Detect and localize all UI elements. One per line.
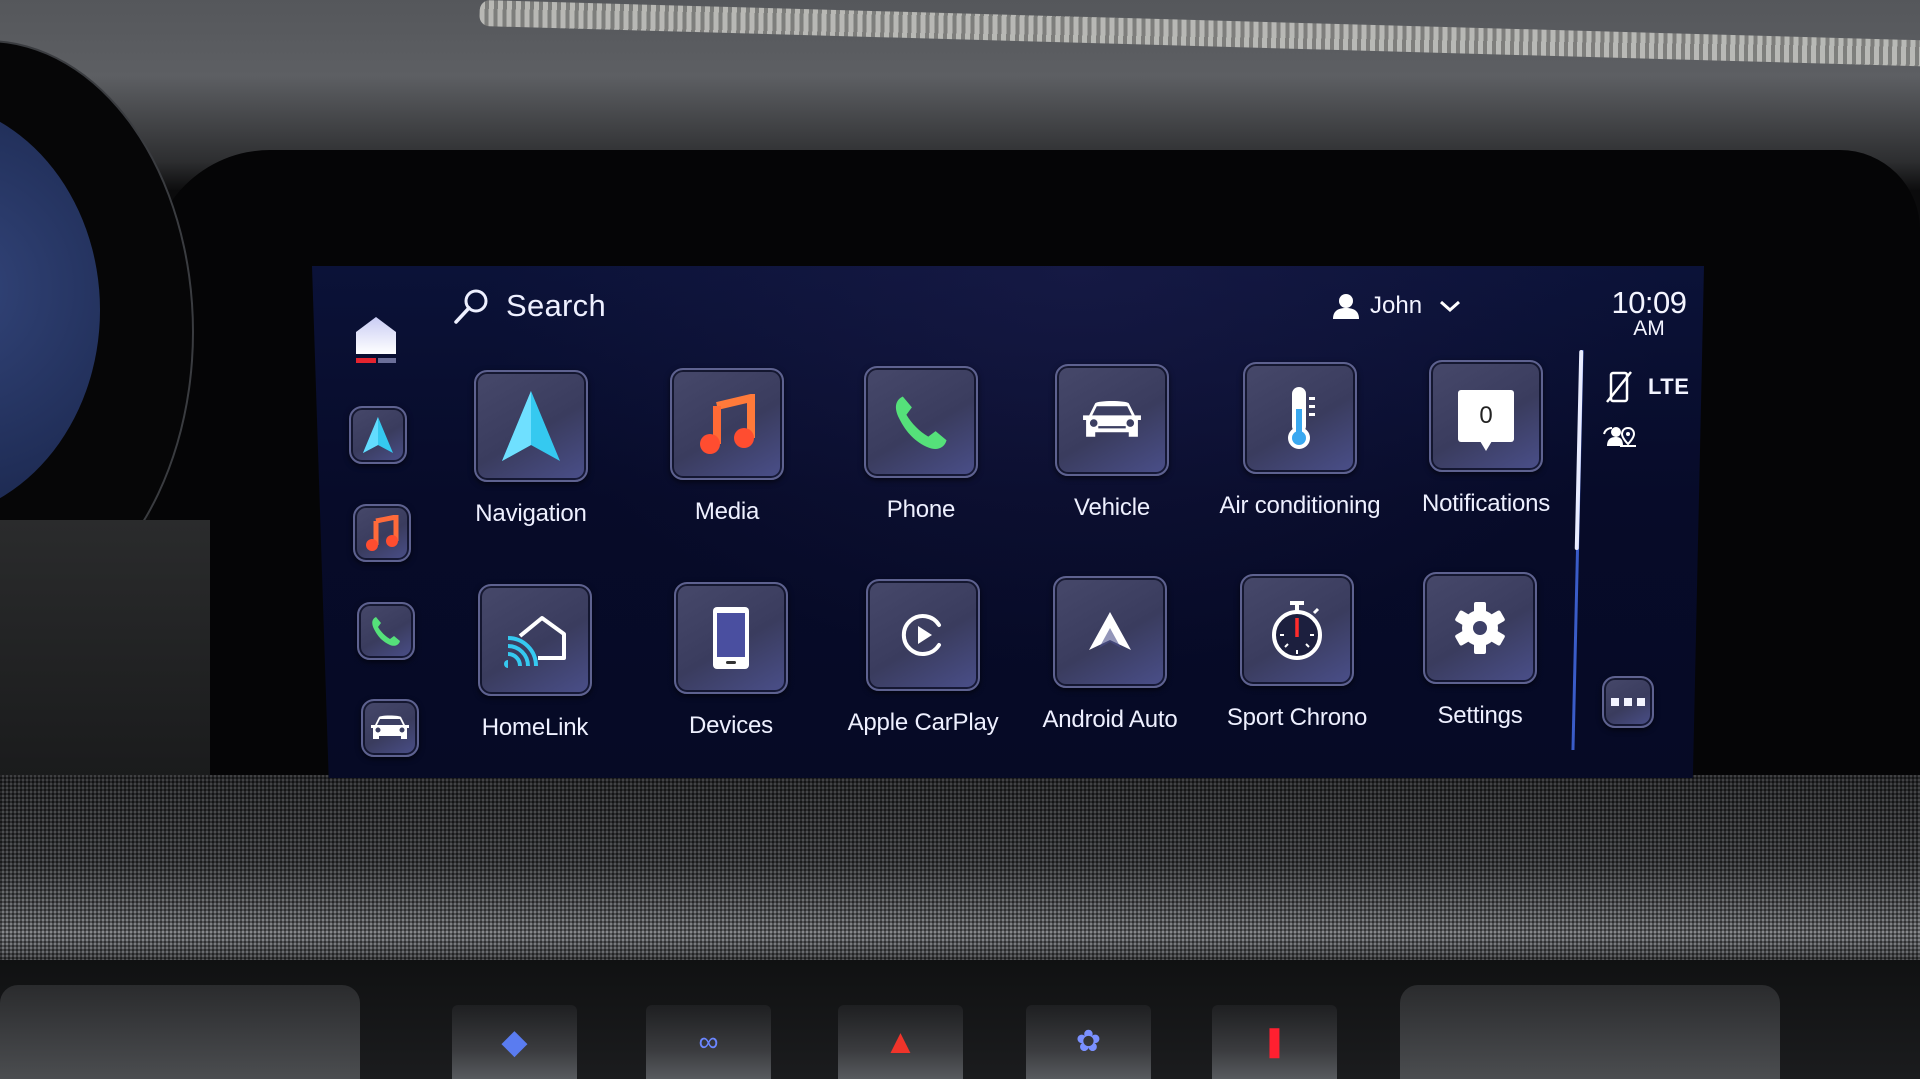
location-sharing-icon	[1603, 426, 1636, 447]
home-icon	[356, 317, 396, 354]
car-icon	[371, 715, 409, 739]
app-label: Notifications	[1421, 490, 1551, 517]
more-button[interactable]	[1602, 676, 1654, 728]
app-phone[interactable]: Phone	[836, 366, 1006, 524]
stopwatch-icon	[1272, 601, 1322, 660]
hardware-button-park-assist[interactable]: ∞	[646, 1005, 771, 1079]
notification-badge-icon: 0	[1458, 390, 1514, 451]
music-note-icon	[700, 394, 755, 454]
traction-control-icon: ✿	[1075, 1025, 1102, 1058]
app-media[interactable]: Media	[642, 368, 812, 526]
notification-count: 0	[1479, 402, 1493, 429]
search-icon	[454, 289, 488, 324]
phone-icon	[372, 617, 400, 646]
sidebar-item-home[interactable]	[352, 314, 400, 366]
more-dots-icon	[1611, 698, 1645, 706]
android-auto-icon	[1089, 612, 1131, 650]
app-label: Vehicle	[1074, 494, 1150, 521]
profile-name: John	[1370, 292, 1423, 319]
sidebar-item-navigation[interactable]	[349, 406, 407, 464]
app-tile	[1055, 364, 1169, 476]
clock: 10:09 AM	[1604, 285, 1694, 340]
app-tile	[866, 579, 980, 691]
search-label: Search	[506, 288, 607, 323]
phone-disconnected-icon	[1606, 371, 1632, 403]
app-apple-carplay[interactable]: Apple CarPlay	[838, 579, 1008, 737]
app-settings[interactable]: Settings	[1395, 572, 1565, 730]
app-tile	[674, 582, 788, 694]
app-label: Apple CarPlay	[847, 709, 999, 736]
app-tile	[864, 366, 978, 478]
hardware-button-traction[interactable]: ✿	[1026, 1005, 1151, 1079]
home-page-indicator	[378, 358, 396, 363]
airbag-indicator-icon: ❚	[1261, 1025, 1288, 1058]
car-icon	[1083, 400, 1141, 437]
park-assist-icon: ∞	[698, 1026, 719, 1057]
profile-selector[interactable]: John	[1332, 292, 1462, 320]
phone-icon	[895, 396, 947, 449]
app-tile	[1243, 362, 1357, 474]
dashboard-left-panel	[0, 520, 210, 780]
chevron-down-icon	[1440, 300, 1461, 313]
app-label: Sport Chrono	[1226, 704, 1368, 731]
user-icon	[1333, 294, 1359, 319]
app-homelink[interactable]: HomeLink	[450, 584, 620, 742]
app-tile	[474, 370, 588, 482]
hardware-button-airbag[interactable]: ❚	[1212, 1005, 1337, 1079]
home-active-indicator	[356, 358, 376, 363]
app-tile: 0	[1429, 360, 1543, 472]
lane-assist-icon: ◆	[501, 1023, 528, 1061]
hardware-panel-left	[0, 985, 360, 1079]
scrollbar-thumb[interactable]	[1574, 350, 1584, 550]
music-note-icon	[366, 515, 399, 551]
app-label: Air conditioning	[1219, 492, 1381, 519]
hardware-button-hazard[interactable]: ▲	[838, 1005, 963, 1079]
app-tile	[1423, 572, 1537, 684]
location-sharing-status	[1602, 424, 1636, 453]
sidebar-item-phone[interactable]	[357, 602, 415, 660]
app-tile	[1053, 576, 1167, 688]
app-tile	[478, 584, 592, 696]
navigation-arrow-icon	[363, 417, 393, 453]
app-notifications[interactable]: 0 Notifications	[1401, 360, 1571, 518]
app-label: Android Auto	[1042, 706, 1178, 733]
infotainment-screen: Search John 10:09 AM Navigation Media Ph…	[312, 266, 1704, 778]
app-tile	[670, 368, 784, 480]
network-type: LTE	[1648, 374, 1690, 399]
carplay-icon	[901, 614, 941, 656]
app-label: Navigation	[475, 500, 587, 527]
app-air-conditioning[interactable]: Air conditioning	[1215, 362, 1385, 520]
app-label: Phone	[886, 496, 956, 523]
clock-time: 10:09	[1611, 285, 1687, 320]
clock-ampm: AM	[1633, 317, 1665, 340]
app-tile	[1240, 574, 1354, 686]
app-android-auto[interactable]: Android Auto	[1025, 576, 1195, 734]
sidebar-item-media[interactable]	[353, 504, 411, 562]
smartphone-icon	[713, 607, 749, 669]
app-devices[interactable]: Devices	[646, 582, 816, 740]
gear-icon	[1455, 602, 1505, 654]
app-sport-chrono[interactable]: Sport Chrono	[1212, 574, 1382, 732]
carbon-fiber-trim	[0, 775, 1920, 975]
app-vehicle[interactable]: Vehicle	[1027, 364, 1197, 522]
search-button[interactable]: Search	[452, 286, 606, 326]
hardware-button-lane-assist[interactable]: ◆	[452, 1005, 577, 1079]
sidebar-item-vehicle[interactable]	[361, 699, 419, 757]
hardware-panel-right	[1400, 985, 1780, 1079]
network-status: LTE	[1604, 370, 1689, 404]
app-label: Devices	[689, 712, 773, 739]
homelink-icon	[504, 616, 566, 668]
navigation-arrow-icon	[502, 391, 560, 461]
app-label: Settings	[1437, 702, 1523, 729]
app-label: HomeLink	[481, 714, 589, 741]
thermometer-icon	[1288, 387, 1315, 449]
app-navigation[interactable]: Navigation	[446, 370, 616, 528]
app-label: Media	[694, 498, 760, 525]
hazard-triangle-icon: ▲	[883, 1023, 918, 1061]
